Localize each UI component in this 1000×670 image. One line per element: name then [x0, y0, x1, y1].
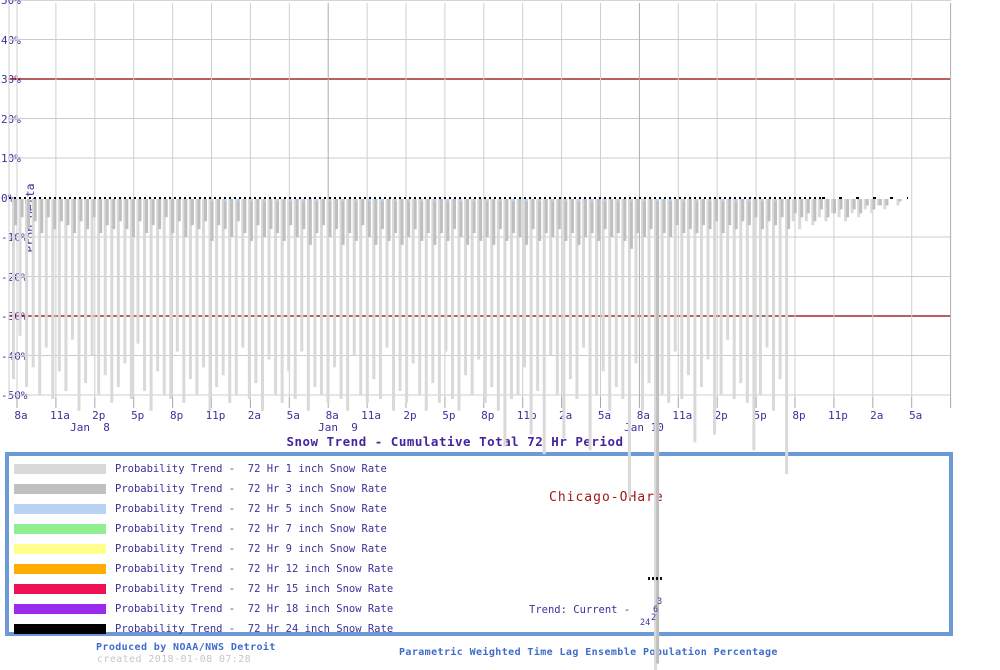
x-tick-label: 2a: [232, 409, 276, 422]
legend-item: Probability Trend - 72 Hr 18 inch Snow R…: [14, 599, 393, 619]
x-tick-label: 11p: [194, 409, 238, 422]
legend-swatch-7in: [14, 524, 106, 534]
legend-label: Probability Trend - 72 Hr 18 inch Snow R…: [115, 603, 393, 615]
y-tick-label: 10%: [1, 152, 21, 165]
x-tick-label: 2a: [855, 409, 899, 422]
legend-swatch-1in: [14, 464, 106, 474]
y-tick-label: 0%: [1, 192, 14, 205]
y-tick-label: 40%: [1, 34, 21, 47]
x-tick-label: 8a: [0, 409, 43, 422]
footer-method: Parametric Weighted Time Lag Ensemble Po…: [399, 647, 778, 658]
legend-label: Probability Trend - 72 Hr 15 inch Snow R…: [115, 583, 393, 595]
legend-label: Probability Trend - 72 Hr 1 inch Snow Ra…: [115, 463, 387, 475]
legend-swatch-24in: [14, 624, 106, 634]
x-tick-label: 2p: [388, 409, 432, 422]
mini-inset-value: 2: [651, 613, 656, 623]
y-tick-label: 20%: [1, 113, 21, 126]
legend-label: Probability Trend - 72 Hr 5 inch Snow Ra…: [115, 503, 387, 515]
x-tick-label: 5p: [427, 409, 471, 422]
y-tick-label: -30%: [1, 310, 28, 323]
station-name: Chicago-OHare: [549, 490, 664, 505]
legend-item: Probability Trend - 72 Hr 1 inch Snow Ra…: [14, 459, 387, 479]
legend-item: Probability Trend - 72 Hr 5 inch Snow Ra…: [14, 499, 387, 519]
legend-label: Probability Trend - 72 Hr 3 inch Snow Ra…: [115, 483, 387, 495]
legend-item: Probability Trend - 72 Hr 9 inch Snow Ra…: [14, 539, 387, 559]
x-tick-label: 8p: [466, 409, 510, 422]
trend-current-label: Trend: Current -: [529, 604, 630, 616]
x-tick-label: 11p: [505, 409, 549, 422]
footer-created-timestamp: created 2018-01-08 07:28: [97, 654, 251, 665]
x-tick-label: 8p: [777, 409, 821, 422]
y-tick-label: 50%: [1, 0, 21, 7]
y-tick-label: 30%: [1, 73, 21, 86]
legend-swatch-5in: [14, 504, 106, 514]
x-tick-label: 5a: [894, 409, 938, 422]
legend-item: Probability Trend - 72 Hr 12 inch Snow R…: [14, 559, 393, 579]
footer-produced-by: Produced by NOAA/NWS Detroit: [96, 642, 276, 653]
legend-label: Probability Trend - 72 Hr 12 inch Snow R…: [115, 563, 393, 575]
y-tick-label: -50%: [1, 389, 28, 402]
legend-label: Probability Trend - 72 Hr 24 inch Snow R…: [115, 623, 393, 635]
legend-label: Probability Trend - 72 Hr 9 inch Snow Ra…: [115, 543, 387, 555]
x-tick-label: 11p: [816, 409, 860, 422]
legend-item: Probability Trend - 72 Hr 7 inch Snow Ra…: [14, 519, 387, 539]
legend-item: Probability Trend - 72 Hr 3 inch Snow Ra…: [14, 479, 387, 499]
y-axis-title: Prob Delta: [23, 163, 37, 273]
legend-swatch-18in: [14, 604, 106, 614]
mini-inset-value: 24: [640, 618, 650, 628]
legend-swatch-15in: [14, 584, 106, 594]
legend-item: Probability Trend - 72 Hr 24 inch Snow R…: [14, 619, 393, 639]
legend-swatch-12in: [14, 564, 106, 574]
x-tick-label: 2p: [699, 409, 743, 422]
legend-box: Probability Trend - 72 Hr 1 inch Snow Ra…: [5, 452, 953, 636]
x-day-label: Jan 8: [60, 421, 120, 434]
x-tick-label: 5p: [738, 409, 782, 422]
legend-label: Probability Trend - 72 Hr 7 inch Snow Ra…: [115, 523, 387, 535]
x-tick-label: 2a: [544, 409, 588, 422]
legend-swatch-3in: [14, 484, 106, 494]
chart-title: Snow Trend - Cumulative Total 72 Hr Peri…: [286, 434, 623, 449]
legend-item: Probability Trend - 72 Hr 15 inch Snow R…: [14, 579, 393, 599]
legend-swatch-9in: [14, 544, 106, 554]
x-day-label: Jan 9: [308, 421, 368, 434]
mini-trend-dotted-line: [648, 577, 664, 580]
x-tick-label: 5p: [116, 409, 160, 422]
x-day-label: Jan 10: [614, 421, 674, 434]
y-tick-label: -40%: [1, 350, 28, 363]
x-tick-label: 8p: [155, 409, 199, 422]
